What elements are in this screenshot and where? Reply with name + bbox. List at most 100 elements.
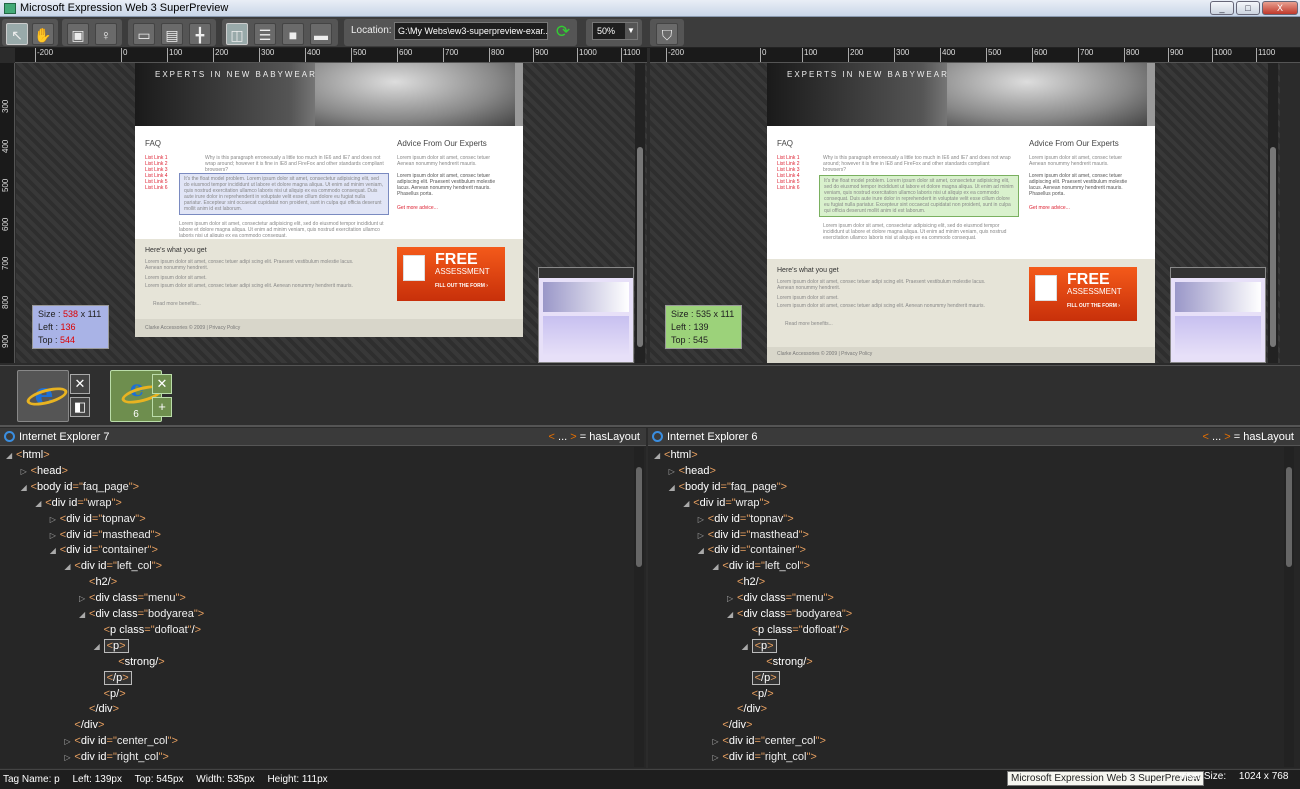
dom-node[interactable]: <p class="dofloat"/>	[94, 622, 201, 638]
dom-node[interactable]: ▷ <div id="right_col">	[64, 749, 168, 765]
advice-link[interactable]: Get more advice...	[1029, 205, 1070, 211]
list-link[interactable]: List Link 6	[777, 185, 800, 191]
dom-node[interactable]: ◢ <div id="left_col">	[712, 558, 810, 574]
maximize-button[interactable]: □	[1236, 1, 1260, 15]
chevron-down-icon[interactable]: ▼	[625, 23, 637, 39]
scroll-thumb[interactable]	[637, 147, 643, 347]
overlay-icon[interactable]: ▣	[67, 23, 89, 45]
expand-icon[interactable]: ▷	[21, 464, 31, 480]
baseline-browser-tile[interactable]: e	[17, 370, 69, 422]
overlay-view-icon[interactable]: ▬	[310, 23, 332, 45]
dom-node[interactable]: ◢ <div id="container">	[50, 542, 158, 558]
minimize-button[interactable]: _	[1210, 1, 1234, 15]
dom-node[interactable]: ▷ <head>	[21, 463, 68, 479]
collapse-icon[interactable]: ◢	[21, 480, 31, 496]
collapse-icon[interactable]: ◢	[698, 543, 708, 559]
next-haslayout-button[interactable]: >	[1224, 431, 1230, 443]
collapse-icon[interactable]: ◢	[669, 480, 679, 496]
collapse-icon[interactable]: ◢	[727, 607, 737, 623]
ruler-icon[interactable]: ▭	[133, 23, 155, 45]
location-input[interactable]: G:\My Webs\ew3-superpreview-exar...	[394, 22, 548, 40]
dom-scrollbar[interactable]	[634, 447, 644, 767]
collapse-icon[interactable]: ◢	[654, 448, 664, 464]
close-icon[interactable]: ✕	[152, 374, 172, 394]
read-more-link[interactable]: Read more benefits...	[153, 301, 201, 307]
dom-node[interactable]: ◢ <div class="bodyarea">	[79, 606, 204, 622]
dom-node[interactable]: ◢ <p>	[742, 638, 777, 654]
dom-node[interactable]: ▷ <head>	[669, 463, 716, 479]
page-thumbnail[interactable]	[538, 267, 634, 363]
preview-pane-compare[interactable]: EXPERTS IN NEW BABYWEAR FAQ List Link 1 …	[650, 63, 1280, 363]
dom-node[interactable]: ▷ <div id="center_col">	[64, 733, 178, 749]
zoom-select[interactable]: 50% ▼	[592, 22, 638, 40]
free-assessment-banner[interactable]: FREE ASSESSMENT FILL OUT THE FORM ›	[1029, 267, 1137, 321]
layout-icon[interactable]: ◧	[70, 397, 90, 417]
dom-node[interactable]: ◢ <div id="left_col">	[64, 558, 162, 574]
next-haslayout-button[interactable]: >	[570, 431, 576, 443]
highlight-element-box[interactable]: It's the float model problem. Lorem ipsu…	[179, 173, 389, 215]
dom-node[interactable]: </div>	[727, 701, 767, 717]
dom-node[interactable]: <p/>	[742, 686, 774, 702]
expand-icon[interactable]: ▷	[50, 528, 60, 544]
single-icon[interactable]: ■	[282, 23, 304, 45]
scroll-thumb[interactable]	[1270, 147, 1276, 347]
list-link[interactable]: List Link 6	[145, 185, 168, 191]
dom-node[interactable]: <strong/>	[108, 654, 165, 670]
collapse-icon[interactable]: ◢	[683, 496, 693, 512]
dom-node[interactable]: ▷ <div id="masthead">	[698, 527, 809, 543]
dom-node[interactable]: ▷ <div id="topnav">	[50, 511, 146, 527]
dom-node[interactable]: ▷ <div id="right_col">	[712, 749, 816, 765]
dom-node[interactable]: </p>	[742, 670, 780, 686]
dom-node[interactable]: ▷ <div id="masthead">	[50, 527, 161, 543]
refresh-icon[interactable]: ⟳	[553, 22, 573, 42]
dom-node[interactable]: </div>	[712, 717, 752, 733]
side-by-side-icon[interactable]: ◫	[226, 23, 248, 45]
expand-icon[interactable]: ▷	[79, 591, 89, 607]
dom-node[interactable]: <p class="dofloat"/>	[742, 622, 849, 638]
dom-node[interactable]: ▷ <div class="menu">	[727, 590, 834, 606]
stacked-icon[interactable]: ☰	[254, 23, 276, 45]
dom-node[interactable]: ◢ <p>	[94, 638, 129, 654]
collapse-icon[interactable]: ◢	[35, 496, 45, 512]
dom-node[interactable]: ◢ <div id="wrap">	[683, 495, 770, 511]
scroll-thumb[interactable]	[1286, 467, 1292, 567]
dom-node[interactable]: </div>	[79, 701, 119, 717]
layout-dom-icon[interactable]: ▤	[161, 23, 183, 45]
select-icon[interactable]: ↖	[6, 23, 28, 45]
info-icon[interactable]: ♀	[95, 23, 117, 45]
dom-scrollbar[interactable]	[1284, 447, 1294, 767]
collapse-icon[interactable]: ◢	[50, 543, 60, 559]
scroll-thumb[interactable]	[636, 467, 642, 567]
help-icon[interactable]: ⛉	[656, 23, 678, 45]
expand-icon[interactable]: ▷	[669, 464, 679, 480]
dom-node[interactable]: ◢ <div class="bodyarea">	[727, 606, 852, 622]
advice-link[interactable]: Get more advice...	[397, 205, 438, 211]
collapse-icon[interactable]: ◢	[79, 607, 89, 623]
add-browser-button[interactable]: +	[152, 397, 172, 417]
dom-node[interactable]: ▷ <div id="topnav">	[698, 511, 794, 527]
close-icon[interactable]: ✕	[70, 374, 90, 394]
nav-ellipsis[interactable]: ...	[1212, 431, 1221, 443]
dom-node[interactable]: </div>	[64, 717, 104, 733]
collapse-icon[interactable]: ◢	[712, 559, 722, 575]
dom-node[interactable]: ◢ <html>	[654, 447, 698, 463]
expand-icon[interactable]: ▷	[698, 512, 708, 528]
dom-node[interactable]: <strong/>	[756, 654, 813, 670]
expand-icon[interactable]: ▷	[727, 591, 737, 607]
read-more-link[interactable]: Read more benefits...	[785, 321, 833, 327]
grid-icon[interactable]: ╋	[189, 23, 211, 45]
dom-node[interactable]: ◢ <body id="faq_page">	[669, 479, 788, 495]
expand-icon[interactable]: ▷	[698, 528, 708, 544]
prev-haslayout-button[interactable]: <	[549, 431, 555, 443]
collapse-icon[interactable]: ◢	[64, 559, 74, 575]
expand-icon[interactable]: ▷	[712, 734, 722, 750]
prev-haslayout-button[interactable]: <	[1203, 431, 1209, 443]
collapse-icon[interactable]: ◢	[94, 639, 104, 655]
dom-node[interactable]: <p/>	[94, 686, 126, 702]
pan-hand-icon[interactable]: ✋	[32, 23, 54, 45]
page-thumbnail[interactable]	[1170, 267, 1266, 363]
preview-pane-baseline[interactable]: EXPERTS IN NEW BABYWEAR FAQ List Link 1 …	[16, 63, 647, 363]
nav-ellipsis[interactable]: ...	[558, 431, 567, 443]
dom-node[interactable]: ◢ <div id="container">	[698, 542, 806, 558]
close-button[interactable]: X	[1262, 1, 1298, 15]
